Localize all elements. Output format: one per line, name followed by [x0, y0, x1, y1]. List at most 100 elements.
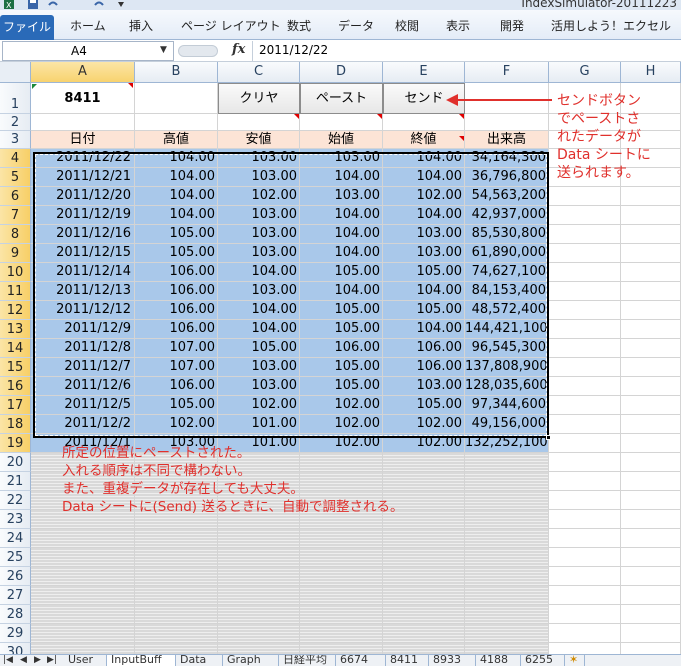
empty-paste-area-cell[interactable] — [300, 529, 383, 548]
table-cell[interactable]: 103.00 — [218, 377, 300, 396]
table-cell[interactable]: 105.00 — [300, 358, 383, 377]
date-cell[interactable]: 2011/12/16 — [31, 225, 135, 244]
cell[interactable] — [549, 301, 621, 320]
cell[interactable] — [549, 510, 621, 529]
table-header-cell[interactable]: 高値 — [135, 131, 218, 149]
cell[interactable] — [549, 282, 621, 301]
redo-icon[interactable] — [94, 0, 104, 9]
cell[interactable] — [383, 114, 465, 131]
table-cell[interactable]: 104.00 — [383, 320, 465, 339]
table-cell[interactable]: 49,156,000 — [465, 415, 549, 434]
row-header-20[interactable]: 20 — [0, 453, 31, 472]
table-cell[interactable]: 104.00 — [383, 149, 465, 168]
empty-paste-area-cell[interactable] — [135, 605, 218, 624]
tab-sheet-user[interactable]: User — [64, 655, 107, 666]
cell[interactable] — [621, 491, 681, 510]
table-cell[interactable]: 105.00 — [300, 301, 383, 320]
cell[interactable] — [621, 624, 681, 643]
table-cell[interactable]: 105.00 — [135, 244, 218, 263]
table-cell[interactable]: 105.00 — [218, 339, 300, 358]
cell[interactable] — [621, 225, 681, 244]
table-cell[interactable]: 106.00 — [135, 320, 218, 339]
tab-sheet-data[interactable]: Data — [176, 655, 223, 666]
tab-insert[interactable]: 挿入 — [129, 17, 153, 34]
cell[interactable] — [549, 187, 621, 206]
table-cell[interactable]: 105.00 — [300, 263, 383, 282]
prev-sheet-icon[interactable]: ◀ — [20, 655, 27, 666]
row-header-12[interactable]: 12 — [0, 301, 31, 320]
row-header-26[interactable]: 26 — [0, 567, 31, 586]
date-cell[interactable]: 2011/12/5 — [31, 396, 135, 415]
empty-paste-area-cell[interactable] — [300, 624, 383, 643]
tab-sheet-日経平均[interactable]: 日経平均 — [279, 655, 336, 666]
empty-paste-area-cell[interactable] — [135, 624, 218, 643]
empty-paste-area-cell[interactable] — [465, 472, 549, 491]
name-box[interactable]: A4 — [2, 41, 174, 61]
empty-paste-area-cell[interactable] — [218, 529, 300, 548]
table-header-cell[interactable]: 日付 — [31, 131, 135, 149]
table-cell[interactable]: 105.00 — [383, 396, 465, 415]
column-header-e[interactable]: E — [383, 62, 465, 83]
table-cell[interactable]: 103.00 — [218, 206, 300, 225]
empty-paste-area-cell[interactable] — [465, 529, 549, 548]
cell[interactable] — [621, 377, 681, 396]
cell[interactable] — [621, 605, 681, 624]
empty-paste-area-cell[interactable] — [383, 624, 465, 643]
tab-sheet-8411[interactable]: 8411 — [386, 655, 429, 666]
table-header-cell[interactable]: 始値 — [300, 131, 383, 149]
table-cell[interactable]: 104.00 — [135, 206, 218, 225]
cell[interactable] — [549, 548, 621, 567]
row-header-9[interactable]: 9 — [0, 244, 31, 263]
first-sheet-icon[interactable]: |◀ — [3, 655, 13, 666]
table-cell[interactable]: 105.00 — [300, 377, 383, 396]
tab-data[interactable]: データ — [338, 17, 374, 34]
cell[interactable] — [549, 206, 621, 225]
cell[interactable] — [549, 453, 621, 472]
empty-paste-area-cell[interactable] — [135, 586, 218, 605]
row-header-14[interactable]: 14 — [0, 339, 31, 358]
save-icon[interactable] — [28, 0, 38, 9]
table-cell[interactable]: 104.00 — [300, 206, 383, 225]
empty-paste-area-cell[interactable] — [31, 605, 135, 624]
row-header-21[interactable]: 21 — [0, 472, 31, 491]
formula-controls[interactable] — [178, 45, 218, 57]
cell[interactable] — [621, 396, 681, 415]
row-header-16[interactable]: 16 — [0, 377, 31, 396]
empty-paste-area-cell[interactable] — [31, 624, 135, 643]
empty-paste-area-cell[interactable] — [465, 567, 549, 586]
cell[interactable] — [621, 187, 681, 206]
table-cell[interactable]: 104.00 — [383, 206, 465, 225]
cell[interactable] — [621, 453, 681, 472]
date-cell[interactable]: 2011/12/19 — [31, 206, 135, 225]
empty-paste-area-cell[interactable] — [465, 453, 549, 472]
table-cell[interactable]: 106.00 — [300, 339, 383, 358]
empty-paste-area-cell[interactable] — [218, 548, 300, 567]
row-header-11[interactable]: 11 — [0, 282, 31, 301]
cell[interactable] — [549, 339, 621, 358]
table-cell[interactable]: 102.00 — [383, 187, 465, 206]
table-cell[interactable]: 104.00 — [300, 244, 383, 263]
cell[interactable] — [621, 263, 681, 282]
empty-paste-area-cell[interactable] — [383, 548, 465, 567]
date-cell[interactable]: 2011/12/9 — [31, 320, 135, 339]
date-cell[interactable]: 2011/12/22 — [31, 149, 135, 168]
empty-paste-area-cell[interactable] — [300, 548, 383, 567]
date-cell[interactable]: 2011/12/21 — [31, 168, 135, 187]
table-cell[interactable]: 96,545,300 — [465, 339, 549, 358]
empty-paste-area-cell[interactable] — [135, 548, 218, 567]
cell[interactable] — [135, 114, 218, 131]
date-cell[interactable]: 2011/12/14 — [31, 263, 135, 282]
table-cell[interactable]: 104.00 — [218, 320, 300, 339]
empty-paste-area-cell[interactable] — [300, 567, 383, 586]
table-header-cell[interactable]: 終値 — [383, 131, 465, 149]
date-cell[interactable]: 2011/12/6 — [31, 377, 135, 396]
table-header-cell[interactable]: 出来高 — [465, 131, 549, 149]
table-cell[interactable]: 102.00 — [135, 415, 218, 434]
empty-paste-area-cell[interactable] — [135, 567, 218, 586]
last-sheet-icon[interactable]: ▶| — [47, 655, 57, 666]
cell[interactable] — [549, 396, 621, 415]
row-header-27[interactable]: 27 — [0, 586, 31, 605]
tab-sheet-graph[interactable]: Graph — [223, 655, 279, 666]
table-cell[interactable]: 102.00 — [218, 187, 300, 206]
column-header-f[interactable]: F — [465, 62, 549, 83]
